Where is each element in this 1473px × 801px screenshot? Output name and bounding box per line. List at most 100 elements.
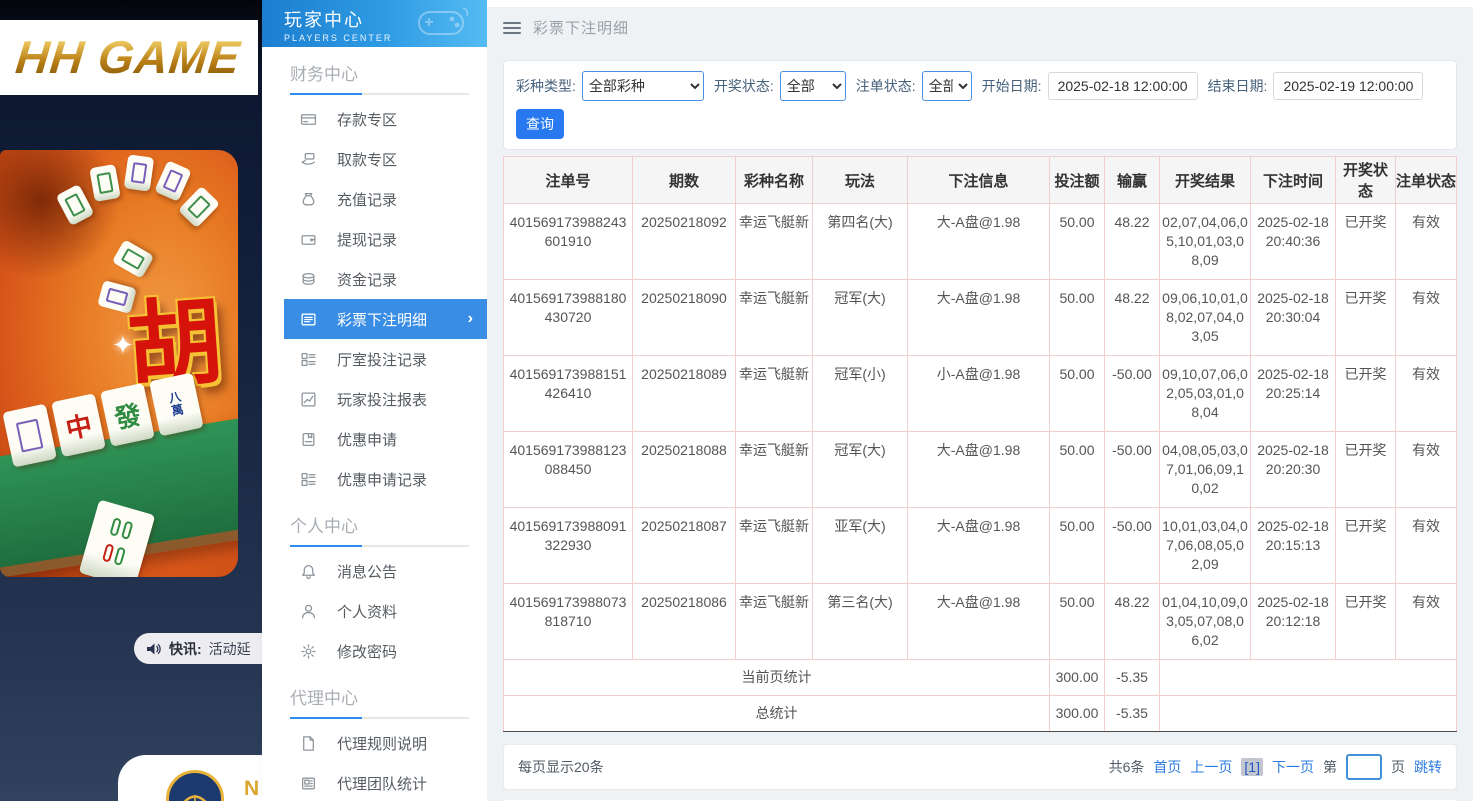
table-cell: 幸运飞艇新 — [736, 280, 813, 356]
sidebar-item-news[interactable]: 代理团队统计 — [262, 763, 487, 801]
speaker-icon — [146, 641, 162, 657]
table-cell: 50.00 — [1050, 356, 1105, 432]
sidebar-item-coupon[interactable]: 优惠申请 — [262, 419, 487, 459]
table-cell: 已开奖 — [1336, 432, 1396, 508]
sidebar-item-gear[interactable]: 修改密码 — [262, 631, 487, 671]
sidebar-item-user[interactable]: 个人资料 — [262, 591, 487, 631]
bamboo-stick — [102, 543, 115, 563]
summary-winloss-total: -5.35 — [1105, 696, 1160, 732]
table-cell: 有效 — [1396, 356, 1457, 432]
section-label: 财务中心 — [290, 60, 469, 85]
sidebar-item-bell[interactable]: 消息公告 — [262, 551, 487, 591]
sidebar: 玩家中心 PLAYERS CENTER 财务中心 存款专区 取款专区 充值记录 … — [262, 0, 487, 801]
sidebar-item-list[interactable]: 优惠申请记录 — [262, 459, 487, 499]
lottery-type-label: 彩种类型: — [516, 76, 576, 96]
order-status-label: 注单状态: — [856, 76, 916, 96]
next-page-link[interactable]: 下一页 — [1272, 757, 1314, 777]
sidebar-item-deposit-card[interactable]: 存款专区 — [262, 99, 487, 139]
table-cell: 有效 — [1396, 204, 1457, 280]
first-page-link[interactable]: 首页 — [1153, 757, 1181, 777]
table-cell: 09,06,10,01,08,02,07,04,03,05 — [1160, 280, 1251, 356]
tile-mark — [64, 193, 86, 217]
mahjong-tile — [154, 160, 192, 202]
hamburger-menu-icon[interactable] — [503, 22, 521, 34]
tile-mark — [121, 248, 145, 270]
sidebar-nav: 财务中心 存款专区 取款专区 充值记录 提现记录 资金记录 彩票下注明细 › 厅室… — [262, 47, 487, 801]
table-row: 40156917398812308845020250218088幸运飞艇新冠军(… — [504, 432, 1457, 508]
sidebar-item-list[interactable]: 厅室投注记录 — [262, 339, 487, 379]
search-button[interactable]: 查询 — [516, 109, 564, 139]
order-status-select[interactable]: 全部 — [922, 71, 972, 101]
bet-records-table: 注单号期数彩种名称玩法下注信息投注额输赢开奖结果下注时间开奖状态注单状态4015… — [503, 156, 1457, 732]
table-cell: 48.22 — [1105, 204, 1160, 280]
sidebar-item-wallet[interactable]: 提现记录 — [262, 219, 487, 259]
sidebar-item-label: 提现记录 — [337, 229, 397, 250]
news-ticker: 快讯: 活动延 — [134, 633, 262, 664]
draw-status-select[interactable]: 全部 — [780, 71, 846, 101]
table-cell: 02,07,04,06,05,10,01,03,08,09 — [1160, 204, 1251, 280]
table-cell: 幸运飞艇新 — [736, 356, 813, 432]
end-date-label: 结束日期: — [1208, 76, 1268, 96]
coupon-icon — [300, 431, 317, 448]
table-cell: 50.00 — [1050, 204, 1105, 280]
prev-page-link[interactable]: 上一页 — [1190, 757, 1232, 777]
tile-mark — [187, 195, 211, 219]
players-center-page: { "brand": { "logo_text": "HH GAME", "bo… — [0, 0, 1473, 801]
sidebar-item-ticket-list[interactable]: 彩票下注明细 › — [284, 299, 487, 339]
table-cell: 48.22 — [1105, 584, 1160, 660]
table-cell: 20250218088 — [633, 432, 736, 508]
table-cell: 2025-02-18 20:20:30 — [1251, 432, 1336, 508]
ticker-label: 快讯: — [169, 639, 202, 659]
table-cell: 已开奖 — [1336, 508, 1396, 584]
column-header: 投注额 — [1050, 157, 1105, 204]
sidebar-item-doc[interactable]: 代理规则说明 — [262, 723, 487, 763]
sidebar-item-label: 代理团队统计 — [337, 773, 427, 794]
sidebar-item-moneybag[interactable]: 充值记录 — [262, 179, 487, 219]
start-date-label: 开始日期: — [982, 76, 1042, 96]
column-header: 期数 — [633, 157, 736, 204]
jump-button[interactable]: 跳转 — [1414, 757, 1442, 777]
column-header: 开奖状态 — [1336, 157, 1396, 204]
sidebar-item-withdraw-hand[interactable]: 取款专区 — [262, 139, 487, 179]
wallet-icon — [300, 231, 317, 248]
page-jump-input[interactable] — [1346, 754, 1382, 780]
table-cell: 48.22 — [1105, 280, 1160, 356]
section-divider — [290, 545, 469, 547]
table-row: 40156917398807381871020250218086幸运飞艇新第三名… — [504, 584, 1457, 660]
bottom-widget-card: N — [118, 755, 262, 801]
table-cell: 大-A盘@1.98 — [908, 584, 1050, 660]
tile-mark — [16, 419, 44, 453]
sidebar-item-label: 资金记录 — [337, 269, 397, 290]
start-date-input[interactable] — [1048, 72, 1198, 100]
list-icon — [300, 351, 317, 368]
section-divider — [290, 93, 469, 95]
sidebar-item-report-chart[interactable]: 玩家投注报表 — [262, 379, 487, 419]
summary-bet-total: 300.00 — [1050, 660, 1105, 696]
tile-glyph: 八萬 — [166, 390, 187, 418]
section-divider — [290, 717, 469, 719]
sidebar-item-coin[interactable]: 资金记录 — [262, 259, 487, 299]
mahjong-promo-image: 胡 ✦ 中 發 八萬 — [0, 150, 238, 577]
lottery-type-select[interactable]: 全部彩种 — [582, 71, 704, 101]
table-cell: 401569173988091322930 — [504, 508, 633, 584]
table-cell: 幸运飞艇新 — [736, 204, 813, 280]
column-header: 输赢 — [1105, 157, 1160, 204]
column-header: 玩法 — [813, 157, 908, 204]
withdraw-hand-icon — [300, 151, 317, 168]
column-header: 注单号 — [504, 157, 633, 204]
table-header-row: 注单号期数彩种名称玩法下注信息投注额输赢开奖结果下注时间开奖状态注单状态 — [504, 157, 1457, 204]
chevron-right-icon: › — [468, 310, 473, 328]
table-cell: 小-A盘@1.98 — [908, 356, 1050, 432]
mahjong-tile — [178, 186, 220, 229]
table-cell: 2025-02-18 20:15:13 — [1251, 508, 1336, 584]
jump-prefix-label: 第 — [1323, 757, 1337, 777]
mahjong-tile-zhong: 中 — [51, 393, 106, 457]
table-cell: 50.00 — [1050, 432, 1105, 508]
tile-mark — [131, 162, 148, 184]
table-cell: 401569173988243601910 — [504, 204, 633, 280]
page-size-text: 每页显示20条 — [518, 757, 604, 777]
doc-icon — [300, 735, 317, 752]
end-date-input[interactable] — [1273, 72, 1423, 100]
brand-logo-text: HH GAME — [0, 20, 258, 95]
sidebar-item-label: 彩票下注明细 — [337, 309, 427, 330]
